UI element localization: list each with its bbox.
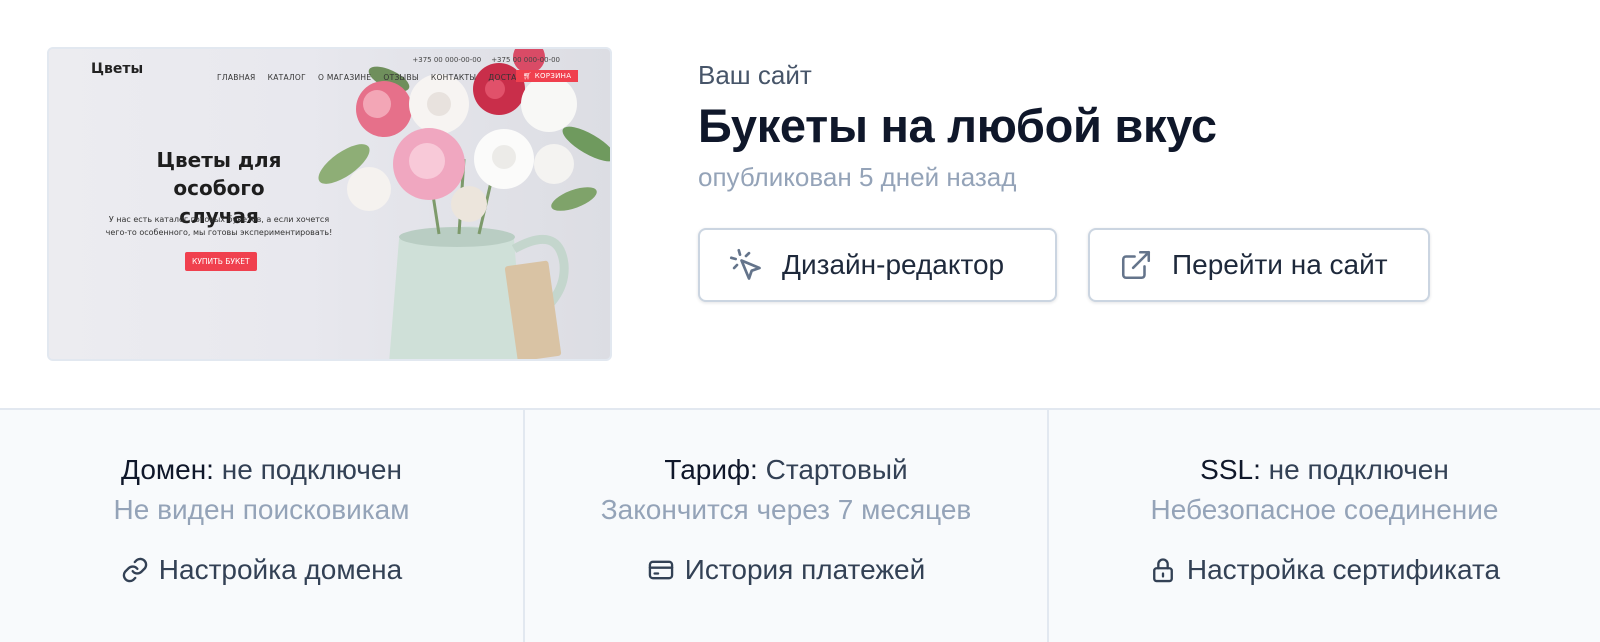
- ssl-status-note: Небезопасное соединение: [1150, 494, 1499, 525]
- preview-hero-text-line: У нас есть каталог готовых букетов, а ес…: [108, 215, 330, 224]
- ssl-status: SSL: не подключен Небезопасное соединени…: [1047, 410, 1600, 642]
- preview-nav-item: КОНТАКТЫ: [430, 73, 477, 82]
- certificate-settings-link[interactable]: Настройка сертификата: [1049, 554, 1600, 586]
- domain-status-value: не подключен: [221, 454, 402, 485]
- ssl-status-value: не подключен: [1268, 454, 1449, 485]
- preview-phones: +375 00 000-00-00 +375 00 000-00-00: [412, 56, 560, 64]
- open-site-button[interactable]: Перейти на сайт: [1088, 228, 1430, 302]
- tariff-status-line: Тариф: Стартовый: [525, 454, 1047, 486]
- site-preview-thumbnail[interactable]: Цветы +375 00 000-00-00 +375 00 000-00-0…: [47, 47, 612, 361]
- site-label: Ваш сайт: [698, 60, 812, 90]
- preview-cart-label: КОРЗИНА: [534, 72, 572, 80]
- preview-hero-title-line: Цветы для особого: [156, 148, 282, 200]
- lock-icon: [1149, 556, 1177, 584]
- tariff-status-note: Закончится через 7 месяцев: [600, 494, 972, 525]
- preview-nav-item: ГЛАВНАЯ: [217, 73, 256, 82]
- domain-settings-link[interactable]: Настройка домена: [0, 554, 523, 586]
- external-link-icon: [1118, 247, 1154, 283]
- design-editor-button[interactable]: Дизайн-редактор: [698, 228, 1057, 302]
- preview-nav-item: О МАГАЗИНЕ: [317, 73, 372, 82]
- design-editor-label: Дизайн-редактор: [782, 249, 1005, 280]
- domain-settings-label: Настройка домена: [158, 554, 403, 585]
- site-status-panel: Домен: не подключен Не виден поисковикам…: [0, 408, 1600, 642]
- preview-nav-item: ОТЗЫВЫ: [383, 73, 419, 82]
- preview-hero-text-line: чего-то особенного, мы готовы эксперимен…: [105, 228, 333, 237]
- preview-hero-text: У нас есть каталог готовых букетов, а ес…: [101, 213, 337, 239]
- preview-buy-button: КУПИТЬ БУКЕТ: [185, 252, 257, 271]
- domain-status-line: Домен: не подключен: [0, 454, 523, 486]
- site-published-status: опубликован 5 дней назад: [698, 162, 1017, 192]
- site-title: Букеты на любой вкус: [698, 99, 1217, 152]
- payment-history-link[interactable]: История платежей: [525, 554, 1047, 586]
- cursor-click-icon: [728, 247, 764, 283]
- open-site-label: Перейти на сайт: [1172, 249, 1388, 280]
- credit-card-icon: [647, 556, 675, 584]
- domain-status-key: Домен:: [121, 454, 214, 485]
- preview-cart-button: 🛒︎ КОРЗИНА: [516, 70, 579, 82]
- payment-history-label: История платежей: [684, 554, 926, 585]
- preview-logo: Цветы: [91, 61, 144, 77]
- preview-nav: ГЛАВНАЯ КАТАЛОГ О МАГАЗИНЕ ОТЗЫВЫ КОНТАК…: [217, 73, 533, 82]
- cart-icon: 🛒︎: [523, 72, 533, 80]
- domain-status-note: Не виден поисковикам: [113, 494, 410, 525]
- link-icon: [121, 556, 149, 584]
- preview-phone: +375 00 000-00-00: [491, 56, 560, 64]
- certificate-settings-label: Настройка сертификата: [1186, 554, 1501, 585]
- preview-nav-item: КАТАЛОГ: [267, 73, 306, 82]
- tariff-status-value: Стартовый: [765, 454, 908, 485]
- site-card: Цветы +375 00 000-00-00 +375 00 000-00-0…: [0, 0, 1600, 642]
- bouquet-image: [318, 49, 610, 359]
- tariff-status: Тариф: Стартовый Закончится через 7 меся…: [523, 410, 1047, 642]
- ssl-status-key: SSL:: [1200, 454, 1261, 485]
- ssl-status-line: SSL: не подключен: [1049, 454, 1600, 486]
- preview-phone: +375 00 000-00-00: [412, 56, 482, 64]
- tariff-status-key: Тариф:: [664, 454, 758, 485]
- domain-status: Домен: не подключен Не виден поисковикам…: [0, 410, 523, 642]
